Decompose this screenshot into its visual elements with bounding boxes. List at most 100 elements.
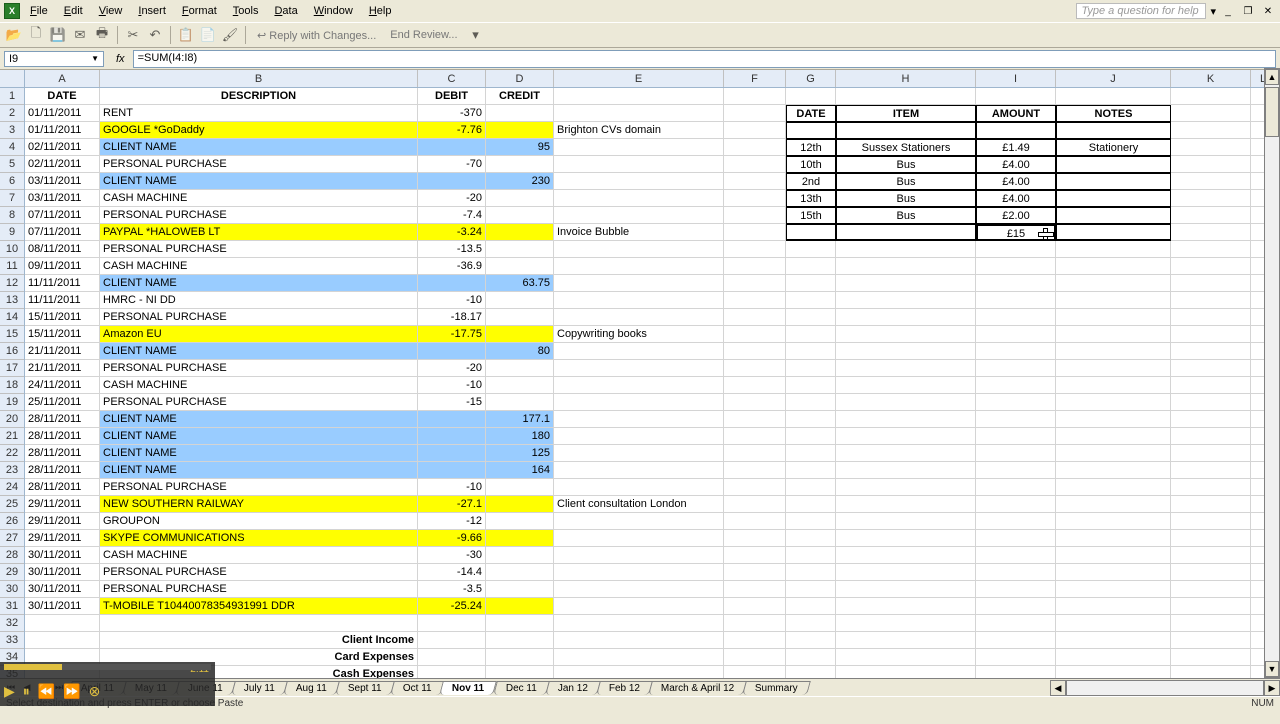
cell[interactable]: [1171, 513, 1251, 530]
cell[interactable]: PERSONAL PURCHASE: [100, 156, 418, 173]
cell[interactable]: 07/11/2011: [25, 207, 100, 224]
cell[interactable]: [724, 309, 786, 326]
cell[interactable]: [976, 564, 1056, 581]
cell[interactable]: [836, 411, 976, 428]
row-header[interactable]: 28: [0, 547, 24, 564]
cell[interactable]: -15: [418, 394, 486, 411]
row-header[interactable]: 18: [0, 377, 24, 394]
cell[interactable]: [486, 105, 554, 122]
cell[interactable]: -17.75: [418, 326, 486, 343]
cell[interactable]: [554, 207, 724, 224]
cell[interactable]: -10: [418, 292, 486, 309]
hscroll-right-icon[interactable]: ▶: [1264, 680, 1280, 696]
cell[interactable]: -25.24: [418, 598, 486, 615]
cell[interactable]: [554, 156, 724, 173]
row-header[interactable]: 25: [0, 496, 24, 513]
media-stop-icon[interactable]: ⊗: [89, 683, 101, 700]
cell[interactable]: [836, 360, 976, 377]
cell[interactable]: [554, 190, 724, 207]
cell[interactable]: [1171, 241, 1251, 258]
cell[interactable]: [1171, 343, 1251, 360]
cell[interactable]: -12: [418, 513, 486, 530]
cell[interactable]: [1171, 156, 1251, 173]
cell[interactable]: [1056, 411, 1171, 428]
cell[interactable]: [1171, 122, 1251, 139]
cell[interactable]: -7.76: [418, 122, 486, 139]
cell[interactable]: [25, 615, 100, 632]
cell[interactable]: [554, 139, 724, 156]
cell[interactable]: CLIENT NAME: [100, 462, 418, 479]
menu-help[interactable]: Help: [361, 3, 400, 19]
row-header[interactable]: 26: [0, 513, 24, 530]
cell[interactable]: [486, 377, 554, 394]
cell[interactable]: [486, 292, 554, 309]
cell[interactable]: -27.1: [418, 496, 486, 513]
cell[interactable]: [976, 241, 1056, 258]
cell[interactable]: [1056, 156, 1171, 173]
cell[interactable]: -20: [418, 190, 486, 207]
cell[interactable]: [976, 377, 1056, 394]
cell[interactable]: 80: [486, 343, 554, 360]
cell[interactable]: [554, 513, 724, 530]
cell[interactable]: [976, 326, 1056, 343]
cell[interactable]: [486, 666, 554, 678]
cell[interactable]: [724, 513, 786, 530]
cell[interactable]: [554, 462, 724, 479]
col-header[interactable]: G: [786, 70, 836, 87]
cell[interactable]: [724, 207, 786, 224]
menu-file[interactable]: File: [22, 3, 56, 19]
cell[interactable]: CLIENT NAME: [100, 173, 418, 190]
cell[interactable]: CASH MACHINE: [100, 377, 418, 394]
cell[interactable]: HMRC - NI DD: [100, 292, 418, 309]
cell[interactable]: £1.49: [976, 139, 1056, 156]
cell[interactable]: DESCRIPTION: [100, 88, 418, 105]
cell[interactable]: [1056, 394, 1171, 411]
cell[interactable]: [1171, 530, 1251, 547]
cell[interactable]: [1056, 377, 1171, 394]
cell[interactable]: [554, 666, 724, 678]
row-header[interactable]: 32: [0, 615, 24, 632]
cell[interactable]: Sussex Stationers: [836, 139, 976, 156]
cell[interactable]: [486, 547, 554, 564]
cell[interactable]: [836, 292, 976, 309]
cell[interactable]: [1056, 207, 1171, 224]
menu-format[interactable]: Format: [174, 3, 225, 19]
cell[interactable]: [1171, 292, 1251, 309]
cell[interactable]: 30/11/2011: [25, 564, 100, 581]
cell[interactable]: [836, 445, 976, 462]
cell[interactable]: [836, 581, 976, 598]
cell[interactable]: 11/11/2011: [25, 275, 100, 292]
cell[interactable]: [836, 122, 976, 139]
cell[interactable]: -3.5: [418, 581, 486, 598]
cell[interactable]: [554, 173, 724, 190]
cell[interactable]: Client Income: [100, 632, 418, 649]
cell[interactable]: [1056, 190, 1171, 207]
cell[interactable]: [486, 530, 554, 547]
row-header[interactable]: 7: [0, 190, 24, 207]
col-header[interactable]: A: [25, 70, 100, 87]
cell[interactable]: [724, 479, 786, 496]
cell[interactable]: [724, 105, 786, 122]
cell[interactable]: [836, 428, 976, 445]
mail-icon[interactable]: ✉: [70, 25, 90, 45]
cell[interactable]: 03/11/2011: [25, 190, 100, 207]
cell[interactable]: 29/11/2011: [25, 496, 100, 513]
cell[interactable]: GOOGLE *GoDaddy: [100, 122, 418, 139]
sheet-tab[interactable]: Nov 11: [440, 681, 498, 695]
row-header[interactable]: 3: [0, 122, 24, 139]
cell[interactable]: [836, 377, 976, 394]
cell[interactable]: -20: [418, 360, 486, 377]
row-header[interactable]: 9: [0, 224, 24, 241]
col-header[interactable]: H: [836, 70, 976, 87]
menu-data[interactable]: Data: [266, 3, 305, 19]
row-header[interactable]: 13: [0, 292, 24, 309]
cell[interactable]: [976, 428, 1056, 445]
media-progress-bar[interactable]: [4, 664, 211, 670]
cell[interactable]: [554, 241, 724, 258]
cell[interactable]: 29/11/2011: [25, 530, 100, 547]
cell[interactable]: 30/11/2011: [25, 547, 100, 564]
cell[interactable]: [786, 666, 836, 678]
row-header[interactable]: 22: [0, 445, 24, 462]
row-header[interactable]: 12: [0, 275, 24, 292]
cell[interactable]: [976, 513, 1056, 530]
